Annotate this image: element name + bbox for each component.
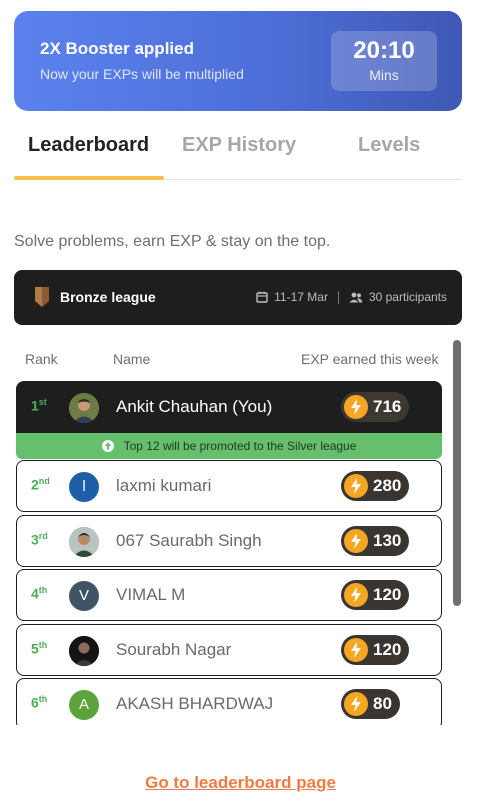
lightning-icon	[344, 692, 368, 716]
lightning-icon	[344, 638, 368, 662]
booster-subtitle: Now your EXPs will be multiplied	[40, 66, 244, 82]
booster-timer: 20:10 Mins	[331, 31, 437, 91]
scrollbar[interactable]	[453, 340, 461, 606]
leaderboard-row[interactable]: 3rd 067 Saurabh Singh 130	[16, 515, 442, 567]
promotion-text: Top 12 will be promoted to the Silver le…	[123, 439, 357, 453]
tab-levels[interactable]: Levels	[358, 134, 420, 157]
row-name: laxmi kumari	[116, 476, 212, 495]
arrow-up-icon	[101, 440, 114, 452]
booster-banner: 2X Booster applied Now your EXPs will be…	[14, 11, 462, 111]
avatar	[69, 527, 99, 557]
leaderboard-row[interactable]: 6th A AKASH BHARDWAJ 80	[16, 678, 442, 725]
leaderboard-list[interactable]: 1st Ankit Chauhan (You) 716 Top 12 will …	[0, 375, 481, 725]
exp-value: 130	[373, 531, 402, 550]
exp-badge: 130	[341, 526, 410, 556]
exp-badge: 280	[341, 471, 410, 501]
tab-bar: Leaderboard EXP History Levels	[14, 128, 462, 180]
bronze-shield-icon	[35, 287, 49, 307]
exp-badge: 120	[341, 580, 410, 610]
column-rank: Rank	[25, 351, 58, 367]
lightning-icon	[344, 395, 368, 419]
timer-value: 20:10	[353, 37, 415, 64]
tab-leaderboard[interactable]: Leaderboard	[28, 134, 149, 157]
column-exp: EXP earned this week	[301, 351, 439, 367]
row-rank: 4th	[31, 585, 48, 602]
user-photo-icon	[69, 393, 99, 423]
active-tab-indicator	[14, 176, 164, 180]
leaderboard-row[interactable]: 5th Sourabh Nagar 120	[16, 624, 442, 676]
league-bar: Bronze league 11-17 Mar 30 participants	[14, 270, 462, 325]
league-name: Bronze league	[60, 289, 156, 305]
booster-title: 2X Booster applied	[40, 39, 194, 58]
league-meta: 11-17 Mar 30 participants	[256, 290, 447, 304]
league-participants: 30 participants	[368, 290, 447, 304]
exp-value: 716	[373, 397, 402, 416]
exp-badge: 80	[341, 689, 400, 719]
exp-badge: 716	[341, 392, 410, 422]
row-rank: 6th	[31, 694, 48, 711]
user-photo-icon	[69, 527, 99, 557]
promotion-banner: Top 12 will be promoted to the Silver le…	[16, 433, 442, 459]
exp-value: 280	[373, 476, 402, 495]
tab-exp-history[interactable]: EXP History	[182, 134, 296, 157]
column-name: Name	[113, 351, 151, 367]
leaderboard-page-link[interactable]: Go to leaderboard page	[0, 773, 481, 793]
avatar	[69, 636, 99, 666]
avatar: l	[69, 472, 99, 502]
league-dates: 11-17 Mar	[274, 290, 328, 304]
exp-badge: 120	[341, 635, 410, 665]
exp-value: 120	[373, 585, 402, 604]
lightning-icon	[344, 474, 368, 498]
row-name: Sourabh Nagar	[116, 640, 232, 659]
leaderboard-row[interactable]: 2nd l laxmi kumari 280	[16, 460, 442, 512]
row-name: 067 Saurabh Singh	[116, 531, 262, 550]
timer-unit: Mins	[369, 67, 399, 83]
lightning-icon	[344, 583, 368, 607]
row-rank: 5th	[31, 640, 48, 657]
participants-icon	[349, 292, 363, 302]
meta-divider	[337, 290, 339, 304]
avatar: A	[69, 690, 99, 720]
exp-value: 120	[373, 640, 402, 659]
lightning-icon	[344, 529, 368, 553]
calendar-icon	[256, 291, 268, 303]
avatar: V	[69, 581, 99, 611]
row-name: AKASH BHARDWAJ	[116, 694, 274, 713]
row-name: VIMAL M	[116, 585, 186, 604]
leaderboard-row[interactable]: 4th V VIMAL M 120	[16, 569, 442, 621]
row-rank: 3rd	[31, 531, 48, 548]
row-rank: 2nd	[31, 476, 50, 493]
user-photo-icon	[69, 636, 99, 666]
row-name: Ankit Chauhan (You)	[116, 397, 273, 416]
exp-value: 80	[373, 694, 392, 713]
row-rank: 1st	[31, 397, 47, 414]
tagline: Solve problems, earn EXP & stay on the t…	[14, 233, 331, 250]
leaderboard-row-me[interactable]: 1st Ankit Chauhan (You) 716	[16, 381, 442, 434]
avatar	[69, 393, 99, 423]
